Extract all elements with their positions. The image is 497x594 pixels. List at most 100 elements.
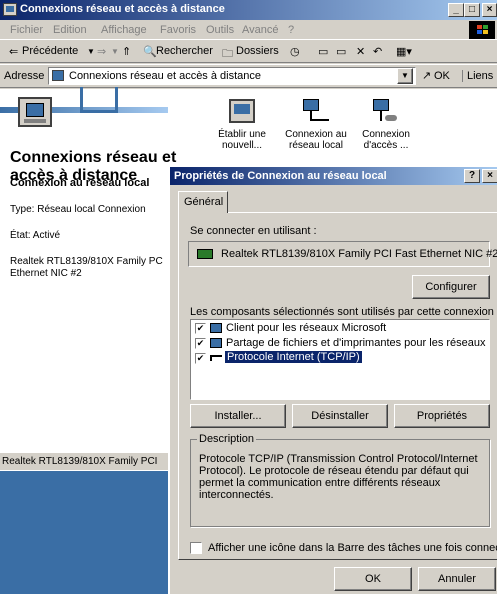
components-list[interactable]: ✔ Client pour les réseaux Microsoft ✔ Pa…	[190, 319, 490, 400]
windows-logo-icon	[469, 21, 495, 39]
file-printer-sharing-icon	[210, 338, 222, 348]
uninstall-button[interactable]: Désinstaller	[292, 404, 388, 428]
properties-dialog: Propriétés de Connexion au réseau local …	[169, 167, 497, 594]
network-card-icon	[197, 249, 213, 259]
show-icon-checkbox[interactable]	[190, 542, 202, 554]
menu-view[interactable]: Affichage	[101, 24, 147, 36]
dialog-close-button[interactable]: ×	[482, 169, 497, 183]
local-area-connection-label-1: Connexion au	[285, 129, 347, 140]
details-device-line1: Realtek RTL8139/810X Family PC	[10, 256, 163, 267]
list-item[interactable]: ✔ Client pour les réseaux Microsoft	[195, 322, 485, 336]
folders-icon: 🗀	[222, 48, 233, 60]
local-area-connection-icon	[303, 99, 329, 123]
go-button[interactable]: OK	[434, 70, 450, 82]
delete-icon[interactable]: ✕	[356, 45, 365, 58]
search-button[interactable]: Rechercher	[156, 45, 213, 57]
new-connection-item[interactable]: Établir une nouvell...	[212, 99, 272, 165]
address-input[interactable]: Connexions réseau et accès à distance ▼	[48, 67, 416, 85]
window-title: Connexions réseau et accès à distance	[20, 3, 225, 15]
component-label: Client pour les réseaux Microsoft	[226, 322, 387, 334]
menu-bar: Fichier Edition Affichage Favoris Outils…	[0, 20, 497, 40]
description-line4: interconnectés.	[199, 489, 274, 501]
menu-edit[interactable]: Edition	[53, 24, 87, 36]
links-button[interactable]: Liens	[462, 70, 493, 82]
new-connection-icon	[229, 99, 255, 123]
up-folder-icon[interactable]: ⇑	[122, 45, 131, 58]
undo-icon[interactable]: ↶	[373, 45, 382, 58]
menu-tools[interactable]: Outils	[206, 24, 234, 36]
views-icon[interactable]: ▦▾	[396, 45, 412, 58]
network-client-icon	[210, 323, 222, 333]
explorer-window: Connexions réseau et accès à distance _ …	[0, 0, 497, 594]
menu-favorites[interactable]: Favoris	[160, 24, 196, 36]
checkbox[interactable]: ✔	[195, 323, 206, 334]
connect-using-label: Se connecter en utilisant :	[190, 225, 317, 237]
address-label: Adresse	[4, 70, 45, 82]
ok-button[interactable]: OK	[334, 567, 412, 591]
menu-help[interactable]: ?	[288, 24, 294, 36]
details-type: Type: Réseau local Connexion	[10, 204, 146, 215]
protocol-icon	[210, 355, 222, 361]
description-line3: permet la communication entre différents…	[199, 477, 441, 489]
back-dropdown-icon[interactable]: ▼	[87, 47, 95, 56]
minimize-button[interactable]: _	[448, 3, 464, 17]
close-button[interactable]: ×	[482, 3, 497, 17]
address-value: Connexions réseau et accès à distance	[69, 70, 262, 82]
properties-button[interactable]: Propriétés	[394, 404, 490, 428]
details-device-line2: Ethernet NIC #2	[10, 268, 82, 279]
search-icon: 🔍	[143, 46, 157, 58]
folders-button[interactable]: Dossiers	[236, 45, 279, 57]
dial-up-connection-label-1: Connexion	[362, 129, 410, 140]
adapter-field: Realtek RTL8139/810X Family PCI Fast Eth…	[188, 241, 497, 267]
window-title-bar[interactable]: Connexions réseau et accès à distance _ …	[0, 0, 497, 20]
desktop-background	[0, 471, 168, 594]
description-line1: Protocole TCP/IP (Transmission Control P…	[199, 453, 478, 465]
history-icon[interactable]: ◷	[290, 45, 300, 58]
show-icon-label[interactable]: Afficher une icône dans la Barre des tâc…	[208, 542, 497, 554]
dialog-help-button[interactable]: ?	[464, 169, 480, 183]
go-arrow-icon[interactable]: ↗	[422, 69, 431, 82]
cancel-button[interactable]: Annuler	[418, 567, 496, 591]
component-label: Protocole Internet (TCP/IP)	[225, 351, 362, 363]
standard-toolbar: ⇐ Précédente ▼ ⇒ ▼ ⇑ 🔍 Rechercher 🗀 Doss…	[0, 41, 497, 63]
menu-file[interactable]: Fichier	[10, 24, 43, 36]
components-label: Les composants sélectionnés sont utilisé…	[190, 306, 497, 318]
local-area-connection-label-2: réseau local	[289, 140, 343, 151]
new-connection-label-2: nouvell...	[221, 140, 263, 151]
component-label: Partage de fichiers et d'imprimantes pou…	[226, 337, 490, 349]
move-to-icon[interactable]: ▭	[318, 45, 328, 58]
network-folder-icon	[3, 3, 17, 16]
copy-to-icon[interactable]: ▭	[336, 45, 346, 58]
description-group: Description Protocole TCP/IP (Transmissi…	[190, 433, 490, 527]
description-label: Description	[197, 433, 257, 445]
list-item[interactable]: ✔ Protocole Internet (TCP/IP)	[195, 351, 485, 366]
dialog-title: Propriétés de Connexion au réseau local	[174, 170, 387, 182]
tab-general[interactable]: Général	[178, 191, 228, 213]
dial-up-connection-item[interactable]: Connexion d'accès ...	[356, 99, 416, 165]
back-arrow-icon[interactable]: ⇐	[9, 45, 18, 58]
configure-button[interactable]: Configurer	[412, 275, 490, 299]
checkbox[interactable]: ✔	[195, 338, 206, 349]
forward-arrow-icon[interactable]: ⇒	[97, 45, 106, 58]
address-dropdown-button[interactable]: ▼	[397, 68, 413, 84]
list-item[interactable]: ✔ Partage de fichiers et d'imprimantes p…	[195, 337, 489, 351]
menu-advanced[interactable]: Avancé	[242, 24, 279, 36]
dialog-title-bar[interactable]: Propriétés de Connexion au réseau local …	[170, 167, 497, 185]
forward-dropdown-icon[interactable]: ▼	[111, 47, 119, 56]
details-title: Connexion au réseau local	[10, 177, 150, 189]
dial-up-connection-icon	[373, 99, 399, 123]
description-line2: Protocol). Le protocole de réseau étendu…	[199, 465, 469, 477]
install-button[interactable]: Installer...	[190, 404, 286, 428]
new-connection-label-1: Établir une	[218, 129, 266, 140]
checkbox[interactable]: ✔	[195, 353, 206, 364]
status-bar: Realtek RTL8139/810X Family PCI	[0, 452, 168, 470]
local-area-connection-item[interactable]: Connexion au réseau local	[284, 99, 348, 165]
maximize-button[interactable]: □	[464, 3, 480, 17]
status-text: Realtek RTL8139/810X Family PCI	[2, 456, 158, 467]
dial-up-connection-label-2: d'accès ...	[363, 140, 409, 151]
back-button[interactable]: Précédente	[22, 45, 78, 57]
adapter-name: Realtek RTL8139/810X Family PCI Fast Eth…	[221, 248, 497, 260]
tab-general-label: Général	[184, 196, 224, 208]
details-state: État: Activé	[10, 230, 61, 241]
address-bar: Adresse Connexions réseau et accès à dis…	[0, 64, 497, 88]
